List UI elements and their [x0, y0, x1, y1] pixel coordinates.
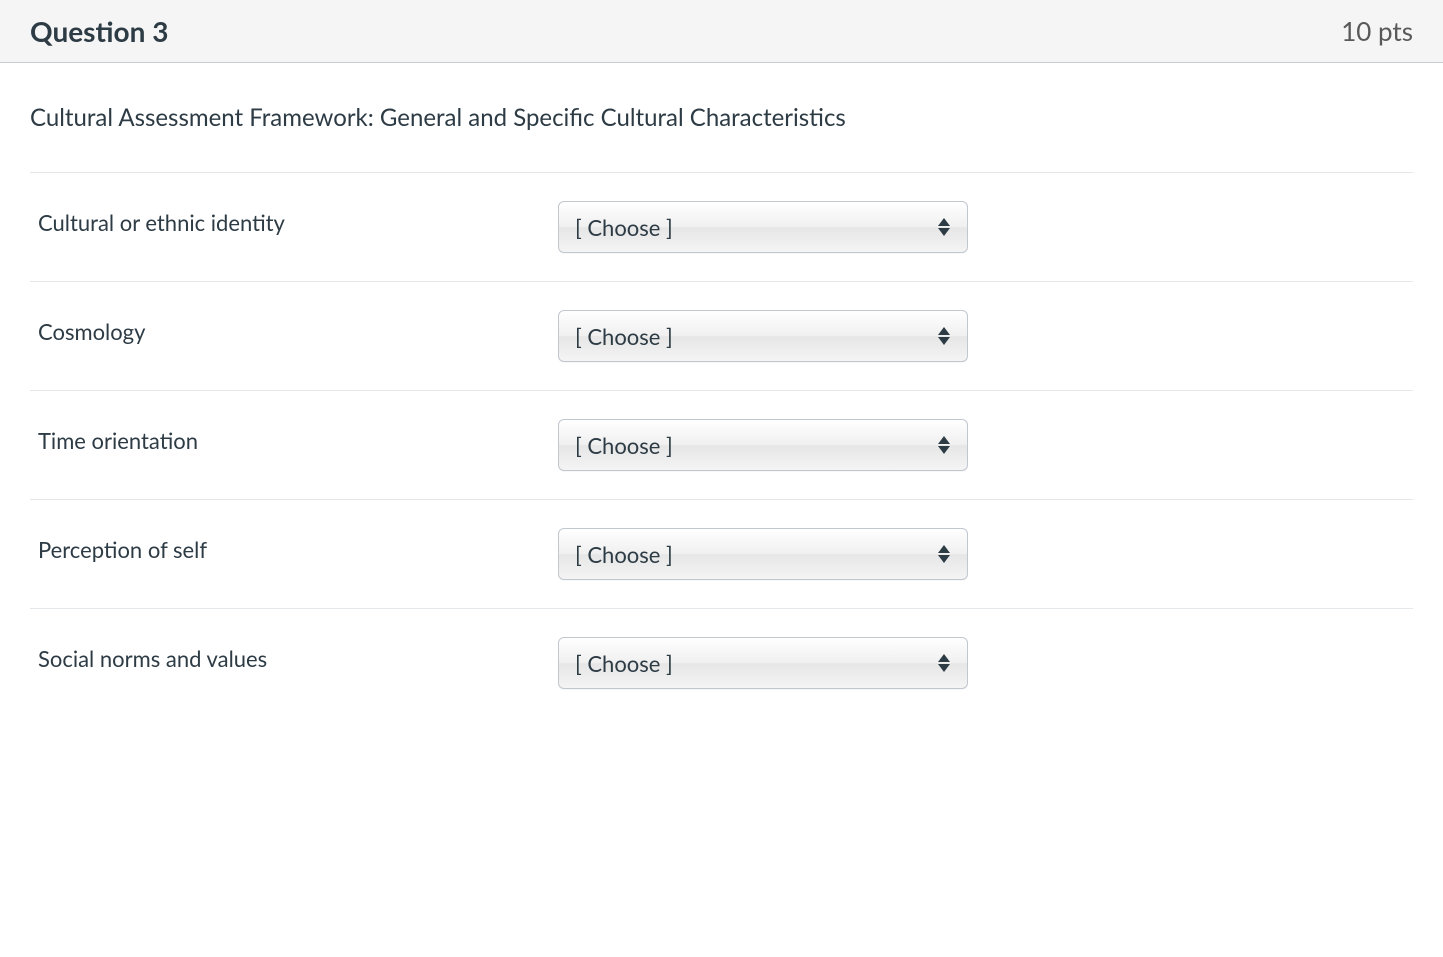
question-points: 10 pts — [1341, 15, 1413, 47]
match-row: Time orientation [ Choose ] — [30, 390, 1413, 499]
match-row: Cosmology [ Choose ] — [30, 281, 1413, 390]
dropdown-time-orientation[interactable]: [ Choose ] — [558, 419, 968, 471]
updown-caret-icon — [935, 433, 953, 457]
updown-caret-icon — [935, 324, 953, 348]
dropdown-value: [ Choose ] — [575, 214, 673, 241]
match-label: Cosmology — [38, 310, 558, 345]
question-body: Cultural Assessment Framework: General a… — [0, 63, 1443, 717]
match-label: Cultural or ethnic identity — [38, 201, 558, 236]
match-label: Perception of self — [38, 528, 558, 563]
question-text: Cultural Assessment Framework: General a… — [30, 103, 1413, 132]
match-label: Time orientation — [38, 419, 558, 454]
dropdown-value: [ Choose ] — [575, 323, 673, 350]
updown-caret-icon — [935, 651, 953, 675]
updown-caret-icon — [935, 215, 953, 239]
question-header: Question 3 10 pts — [0, 0, 1443, 63]
match-label: Social norms and values — [38, 637, 558, 672]
updown-caret-icon — [935, 542, 953, 566]
match-row: Cultural or ethnic identity [ Choose ] — [30, 172, 1413, 281]
dropdown-cosmology[interactable]: [ Choose ] — [558, 310, 968, 362]
dropdown-social-norms[interactable]: [ Choose ] — [558, 637, 968, 689]
dropdown-value: [ Choose ] — [575, 541, 673, 568]
match-row: Social norms and values [ Choose ] — [30, 608, 1413, 717]
dropdown-value: [ Choose ] — [575, 432, 673, 459]
question-title: Question 3 — [30, 14, 168, 48]
dropdown-value: [ Choose ] — [575, 650, 673, 677]
dropdown-perception-of-self[interactable]: [ Choose ] — [558, 528, 968, 580]
question-card: Question 3 10 pts Cultural Assessment Fr… — [0, 0, 1443, 717]
dropdown-cultural-identity[interactable]: [ Choose ] — [558, 201, 968, 253]
match-row: Perception of self [ Choose ] — [30, 499, 1413, 608]
